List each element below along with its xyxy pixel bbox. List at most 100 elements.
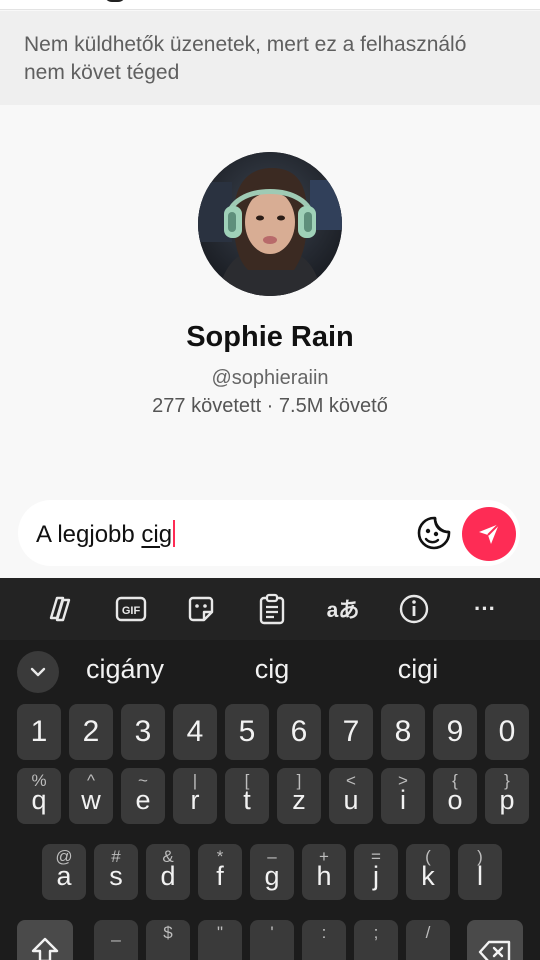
key-label: w [81, 785, 101, 815]
key-label: g [264, 861, 280, 891]
suggestion-1[interactable]: cigány [60, 654, 190, 685]
key-alt: / [425, 923, 431, 942]
key-alt: : [321, 923, 327, 942]
shift-icon [31, 937, 59, 960]
key-d[interactable]: & d [146, 844, 190, 900]
key-label: 1 [30, 715, 48, 748]
key-k[interactable]: (k [406, 844, 450, 900]
top-bar-icon-fragment [104, 0, 126, 2]
sticker-button[interactable] [416, 515, 452, 551]
key-label: j [373, 861, 379, 891]
key-r[interactable]: | r [173, 768, 217, 824]
notice-line-2: nem követ téged [24, 61, 180, 84]
clipboard-icon[interactable] [254, 591, 290, 627]
backspace-icon [478, 940, 511, 960]
translate-icon[interactable]: aあ [325, 591, 361, 627]
key-label: s [109, 861, 123, 891]
key-w[interactable]: ^ w [69, 768, 113, 824]
top-bar [0, 0, 540, 10]
key-alt: " [216, 923, 224, 942]
sticker-icon [417, 516, 451, 550]
message-composer[interactable]: A legjobb cig [18, 500, 520, 566]
notice-line-1: Nem küldhetők üzenetek, mert ez a felhas… [24, 33, 467, 56]
key-alt: _ [111, 923, 121, 942]
gif-label: GIF [122, 605, 141, 617]
key-label: 3 [134, 715, 152, 748]
key-label: z [292, 785, 306, 815]
key-label: o [447, 785, 463, 815]
key-f[interactable]: * f [198, 844, 242, 900]
message-text-composing: cig [141, 521, 173, 548]
key-i[interactable]: > i [381, 768, 425, 824]
key-3[interactable]: 3 [121, 704, 165, 760]
key-label: 2 [82, 715, 100, 748]
key-alt: ; [373, 923, 379, 942]
profile-name: Sophie Rain [186, 321, 354, 353]
key-c[interactable]: " [198, 920, 242, 960]
avatar[interactable] [198, 152, 342, 296]
send-icon [479, 523, 500, 544]
gif-icon[interactable]: GIF [113, 591, 149, 627]
key-2[interactable]: 2 [69, 704, 113, 760]
key-7[interactable]: 7 [329, 704, 373, 760]
key-1[interactable]: 1 [17, 704, 61, 760]
copilot-icon[interactable] [42, 591, 78, 627]
key-label: k [421, 861, 435, 891]
keyboard-toolbar: GIF aあ ··· [0, 578, 540, 640]
key-label: 9 [446, 715, 464, 748]
key-u[interactable]: < u [329, 768, 373, 824]
key-label: r [190, 785, 200, 815]
message-input[interactable]: A legjobb cig [36, 520, 176, 549]
key-label: 7 [342, 715, 360, 748]
message-text: A legjobb [36, 521, 142, 548]
key-alt: ' [270, 923, 274, 942]
key-label: a [56, 861, 72, 891]
screen: Nem küldhetők üzenetek, mert ez a felhas… [0, 0, 540, 960]
key-4[interactable]: 4 [173, 704, 217, 760]
emoji-sticker-icon[interactable] [183, 591, 219, 627]
key-z[interactable]: ] z [277, 768, 321, 824]
key-label: 6 [290, 715, 308, 748]
info-icon[interactable] [396, 591, 432, 627]
key-x[interactable]: $ [146, 920, 190, 960]
key-8[interactable]: 8 [381, 704, 425, 760]
key-a[interactable]: @ a [42, 844, 86, 900]
send-button[interactable] [462, 507, 516, 561]
more-icon[interactable]: ··· [467, 591, 503, 627]
key-label: h [316, 861, 332, 891]
cannot-message-notice: Nem küldhetők üzenetek, mert ez a felhas… [0, 11, 540, 105]
key-label: 0 [498, 715, 516, 748]
text-caret [173, 520, 176, 547]
key-e[interactable]: ~ e [121, 768, 165, 824]
key-label: i [400, 785, 406, 815]
key-t[interactable]: [t [225, 768, 269, 824]
key-m[interactable]: / [406, 920, 450, 960]
key-y[interactable]: _ [94, 920, 138, 960]
key-b[interactable]: : [302, 920, 346, 960]
suggestion-3[interactable]: cigi [353, 654, 483, 685]
key-label: d [160, 861, 176, 891]
backspace-key[interactable] [467, 920, 523, 960]
key-l[interactable]: ) l [458, 844, 502, 900]
key-label: u [343, 785, 359, 815]
collapse-suggestions-button[interactable] [17, 651, 59, 693]
key-o[interactable]: {o [433, 768, 477, 824]
key-label: 4 [186, 715, 204, 748]
key-s[interactable]: # s [94, 844, 138, 900]
shift-key[interactable] [17, 920, 73, 960]
key-h[interactable]: + h [302, 844, 346, 900]
key-j[interactable]: = j [354, 844, 398, 900]
keyboard: GIF aあ ··· cigány cig cigi 1 2 3 4 5 6 7… [0, 578, 540, 960]
key-g[interactable]: – g [250, 844, 294, 900]
key-q[interactable]: % q [17, 768, 61, 824]
key-6[interactable]: 6 [277, 704, 321, 760]
key-alt: $ [163, 923, 173, 942]
key-0[interactable]: 0 [485, 704, 529, 760]
key-5[interactable]: 5 [225, 704, 269, 760]
key-n[interactable]: ; [354, 920, 398, 960]
key-v[interactable]: ' [250, 920, 294, 960]
key-p[interactable]: } p [485, 768, 529, 824]
key-label: 8 [394, 715, 412, 748]
suggestion-2[interactable]: cig [207, 654, 337, 685]
key-9[interactable]: 9 [433, 704, 477, 760]
